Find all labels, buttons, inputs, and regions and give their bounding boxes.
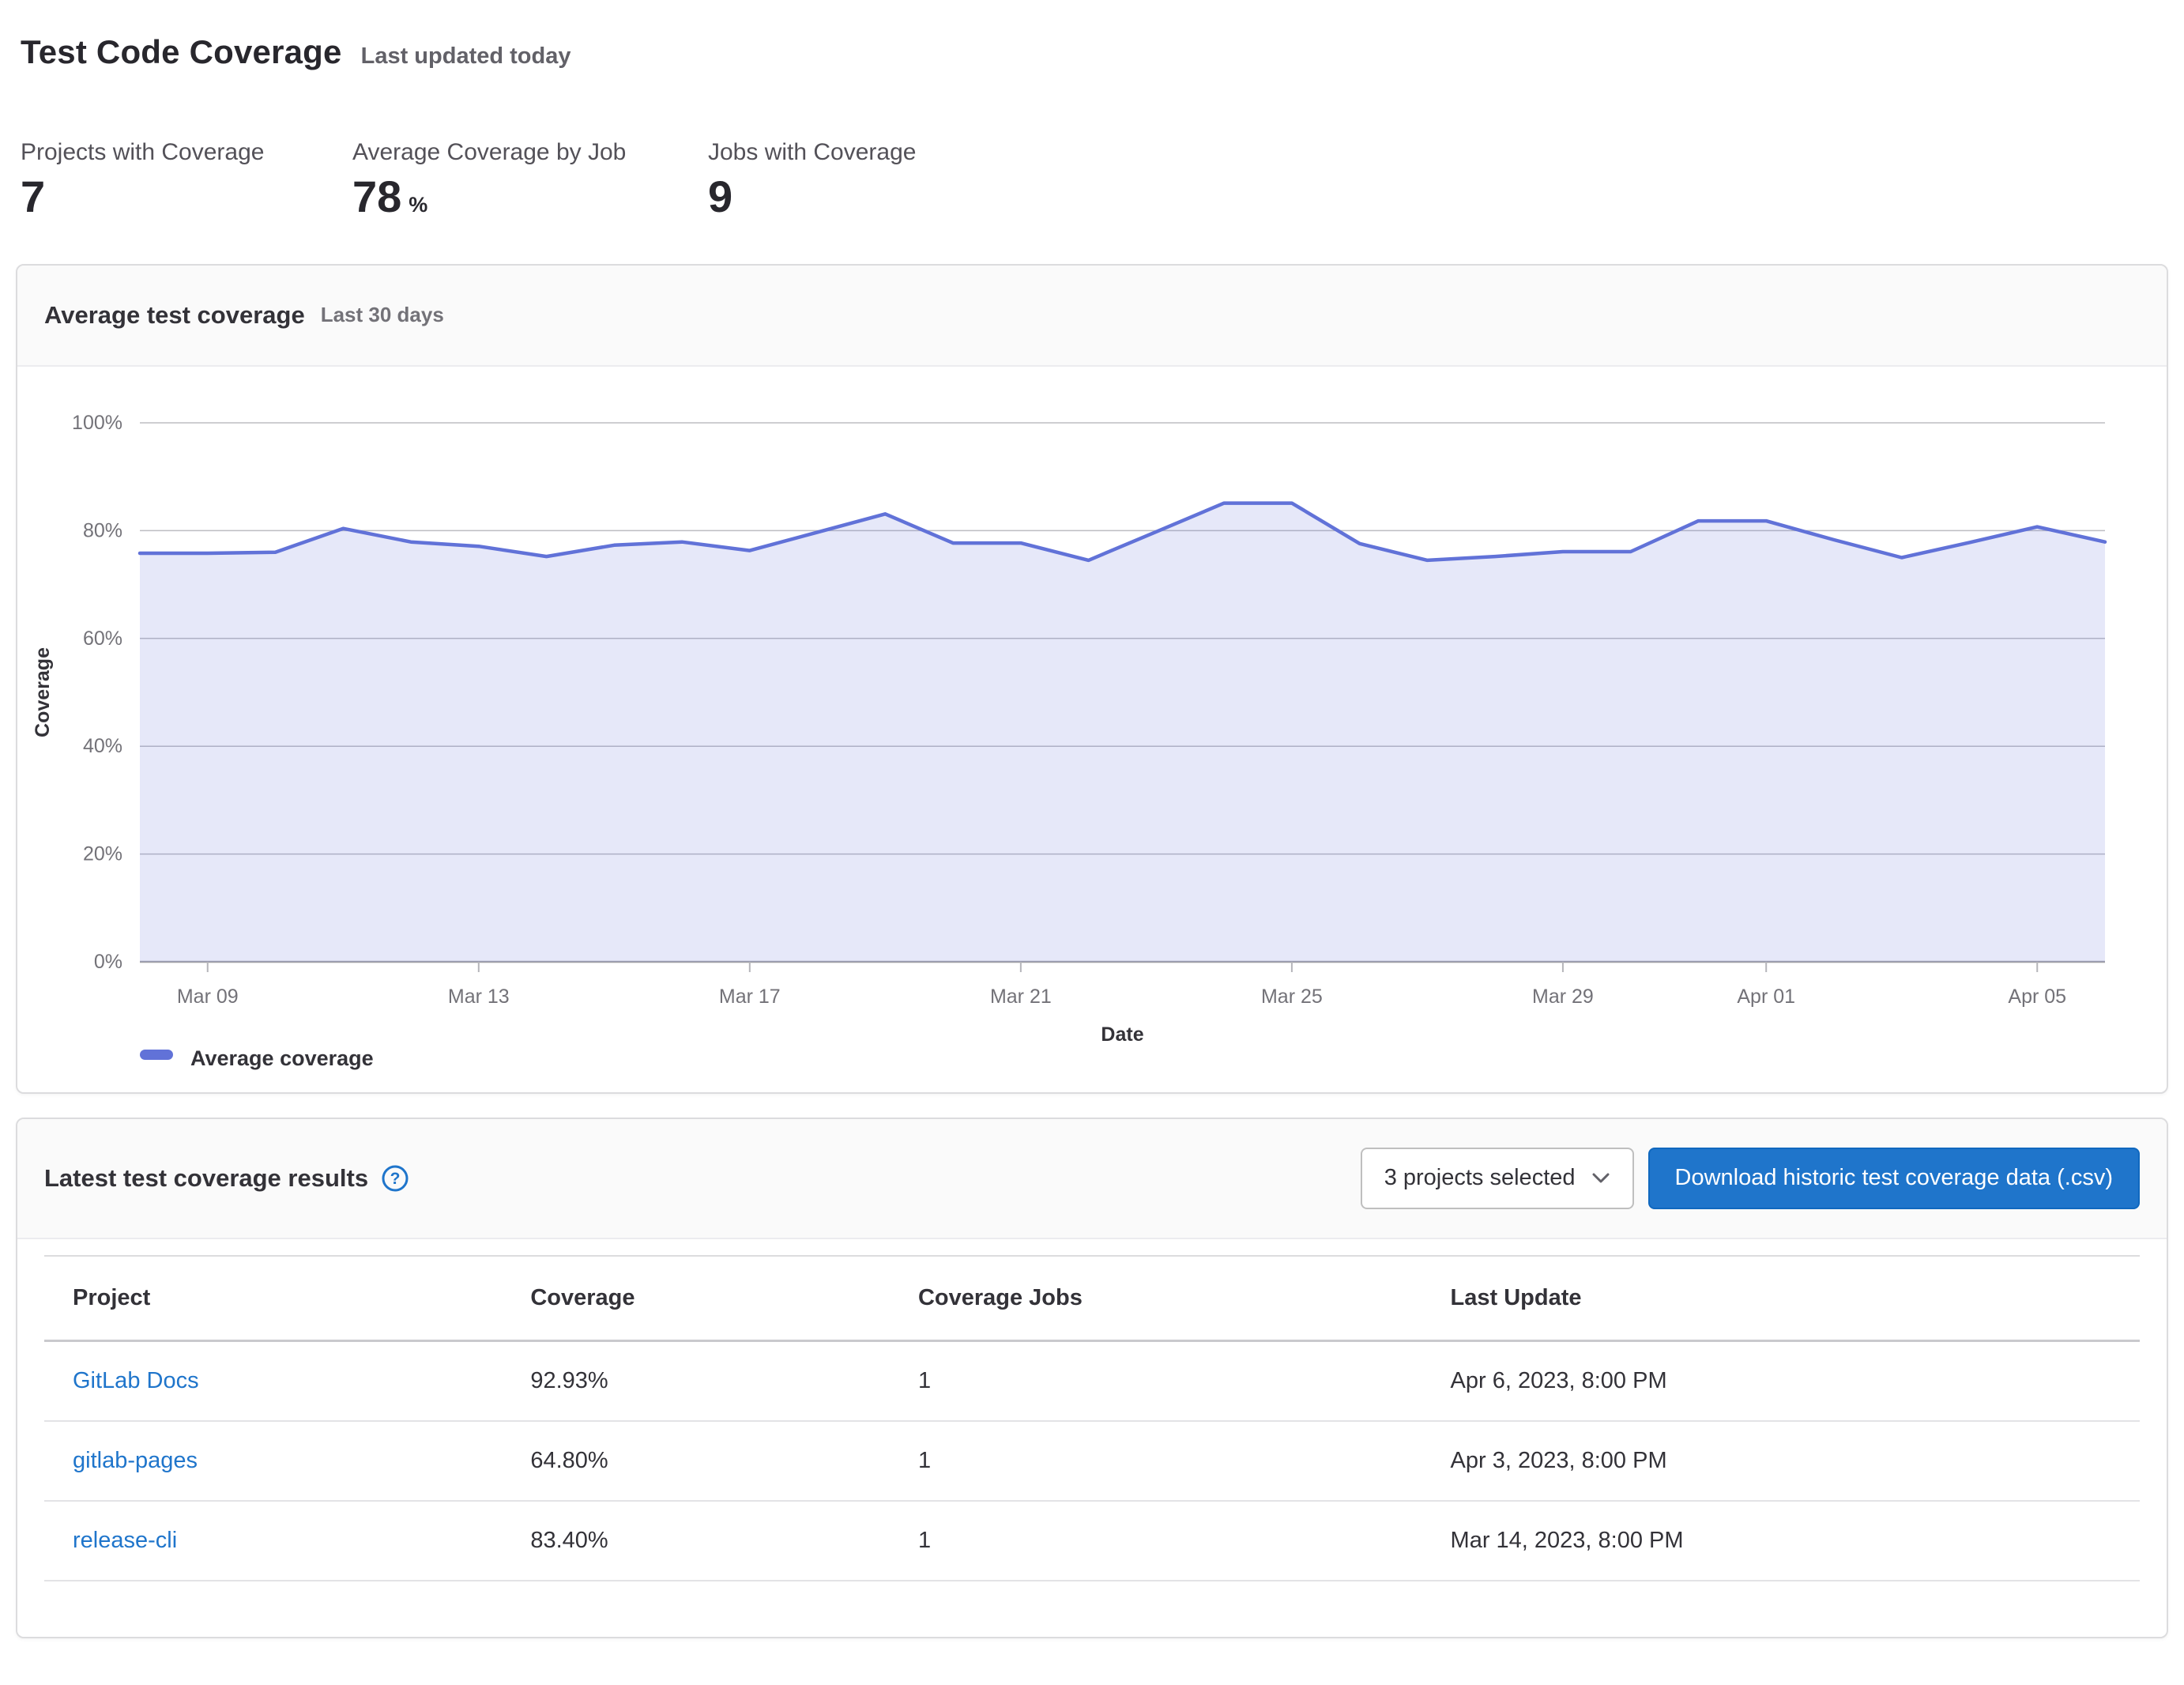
coverage-cell: 64.80% <box>518 1421 906 1501</box>
svg-text:?: ? <box>390 1170 401 1188</box>
legend-label[interactable]: Average coverage <box>190 1046 374 1070</box>
x-tick-label: Mar 21 <box>990 986 1052 1008</box>
metric-value: 78 <box>352 172 401 221</box>
coverage-area-chart[interactable]: 0% 20% 40% 60% 80% 100% Mar 09 Mar 13 Mar 17 Mar … <box>17 367 2167 1092</box>
results-card-header: Latest test coverage results ? 3 project… <box>17 1119 2167 1239</box>
projects-selected-dropdown[interactable]: 3 projects selected <box>1361 1148 1634 1209</box>
question-mark-circle-icon[interactable]: ? <box>381 1164 409 1193</box>
coverage-jobs-cell: 1 <box>906 1340 1438 1421</box>
metric-average-coverage-by-job: Average Coverage by Job 78 % <box>352 139 708 221</box>
results-card-title: Latest test coverage results <box>44 1164 368 1193</box>
y-tick-label: 20% <box>83 842 122 865</box>
y-tick-label: 60% <box>83 627 122 649</box>
table-row: release-cli 83.40% 1 Mar 14, 2023, 8:00 … <box>44 1501 2140 1581</box>
table-header-row: Project Coverage Coverage Jobs Last Upda… <box>44 1256 2140 1341</box>
table-row: gitlab-pages 64.80% 1 Apr 3, 2023, 8:00 … <box>44 1421 2140 1501</box>
page-header: Test Code Coverage Last updated today <box>21 33 2168 71</box>
coverage-cell: 92.93% <box>518 1340 906 1421</box>
x-tick-label: Apr 05 <box>2008 986 2066 1008</box>
projects-selected-label: 3 projects selected <box>1384 1165 1576 1191</box>
chart-card-title: Average test coverage <box>44 301 305 330</box>
column-header-coverage: Coverage <box>518 1256 906 1341</box>
column-header-project: Project <box>44 1256 518 1341</box>
metric-projects-with-coverage: Projects with Coverage 7 <box>21 139 352 221</box>
coverage-jobs-cell: 1 <box>906 1501 1438 1581</box>
results-controls: 3 projects selected Download historic te… <box>1361 1148 2140 1209</box>
latest-results-card: Latest test coverage results ? 3 project… <box>16 1118 2168 1638</box>
last-update-cell: Mar 14, 2023, 8:00 PM <box>1438 1501 2140 1581</box>
coverage-cell: 83.40% <box>518 1501 906 1581</box>
x-tick-label: Mar 17 <box>719 986 781 1008</box>
metric-value: 7 <box>21 172 45 221</box>
metric-label: Projects with Coverage <box>21 139 352 166</box>
coverage-results-table: Project Coverage Coverage Jobs Last Upda… <box>44 1255 2140 1581</box>
metric-label: Jobs with Coverage <box>708 139 1040 166</box>
coverage-jobs-cell: 1 <box>906 1421 1438 1501</box>
x-tick-label: Mar 25 <box>1261 986 1323 1008</box>
x-tick-label: Mar 13 <box>448 986 510 1008</box>
y-tick-label: 100% <box>72 412 122 434</box>
page-title: Test Code Coverage <box>21 33 342 71</box>
test-code-coverage-page: Test Code Coverage Last updated today Pr… <box>0 0 2184 1638</box>
y-tick-label: 80% <box>83 519 122 541</box>
last-update-cell: Apr 3, 2023, 8:00 PM <box>1438 1421 2140 1501</box>
results-table-wrap: Project Coverage Coverage Jobs Last Upda… <box>17 1239 2167 1637</box>
table-row: GitLab Docs 92.93% 1 Apr 6, 2023, 8:00 P… <box>44 1340 2140 1421</box>
project-link[interactable]: gitlab-pages <box>73 1448 198 1473</box>
metric-jobs-with-coverage: Jobs with Coverage 9 <box>708 139 1040 221</box>
legend-swatch[interactable] <box>140 1050 173 1060</box>
last-updated-text: Last updated today <box>361 43 571 70</box>
metric-suffix: % <box>409 193 427 217</box>
x-tick-label: Mar 09 <box>177 986 239 1008</box>
chart-body: 0% 20% 40% 60% 80% 100% Mar 09 Mar 13 Mar 17 Mar … <box>17 367 2167 1092</box>
last-update-cell: Apr 6, 2023, 8:00 PM <box>1438 1340 2140 1421</box>
coverage-area-fill <box>140 503 2105 961</box>
metric-value: 9 <box>708 172 732 221</box>
y-axis-title: Coverage <box>32 647 54 737</box>
metrics-row: Projects with Coverage 7 Average Coverag… <box>21 139 2168 221</box>
project-link[interactable]: GitLab Docs <box>73 1368 199 1393</box>
chevron-down-icon <box>1591 1172 1610 1184</box>
x-tick-label: Apr 01 <box>1737 986 1795 1008</box>
average-test-coverage-card: Average test coverage Last 30 days 0% 20%… <box>16 264 2168 1094</box>
download-csv-button[interactable]: Download historic test coverage data (.c… <box>1648 1148 2140 1209</box>
column-header-last-update: Last Update <box>1438 1256 2140 1341</box>
chart-card-header: Average test coverage Last 30 days <box>17 266 2167 367</box>
metric-label: Average Coverage by Job <box>352 139 708 166</box>
chart-card-subtitle: Last 30 days <box>321 303 444 327</box>
y-tick-label: 0% <box>94 951 122 973</box>
y-tick-label: 40% <box>83 735 122 757</box>
x-axis-title: Date <box>1101 1023 1143 1046</box>
project-link[interactable]: release-cli <box>73 1528 177 1553</box>
x-tick-label: Mar 29 <box>1532 986 1594 1008</box>
column-header-coverage-jobs: Coverage Jobs <box>906 1256 1438 1341</box>
